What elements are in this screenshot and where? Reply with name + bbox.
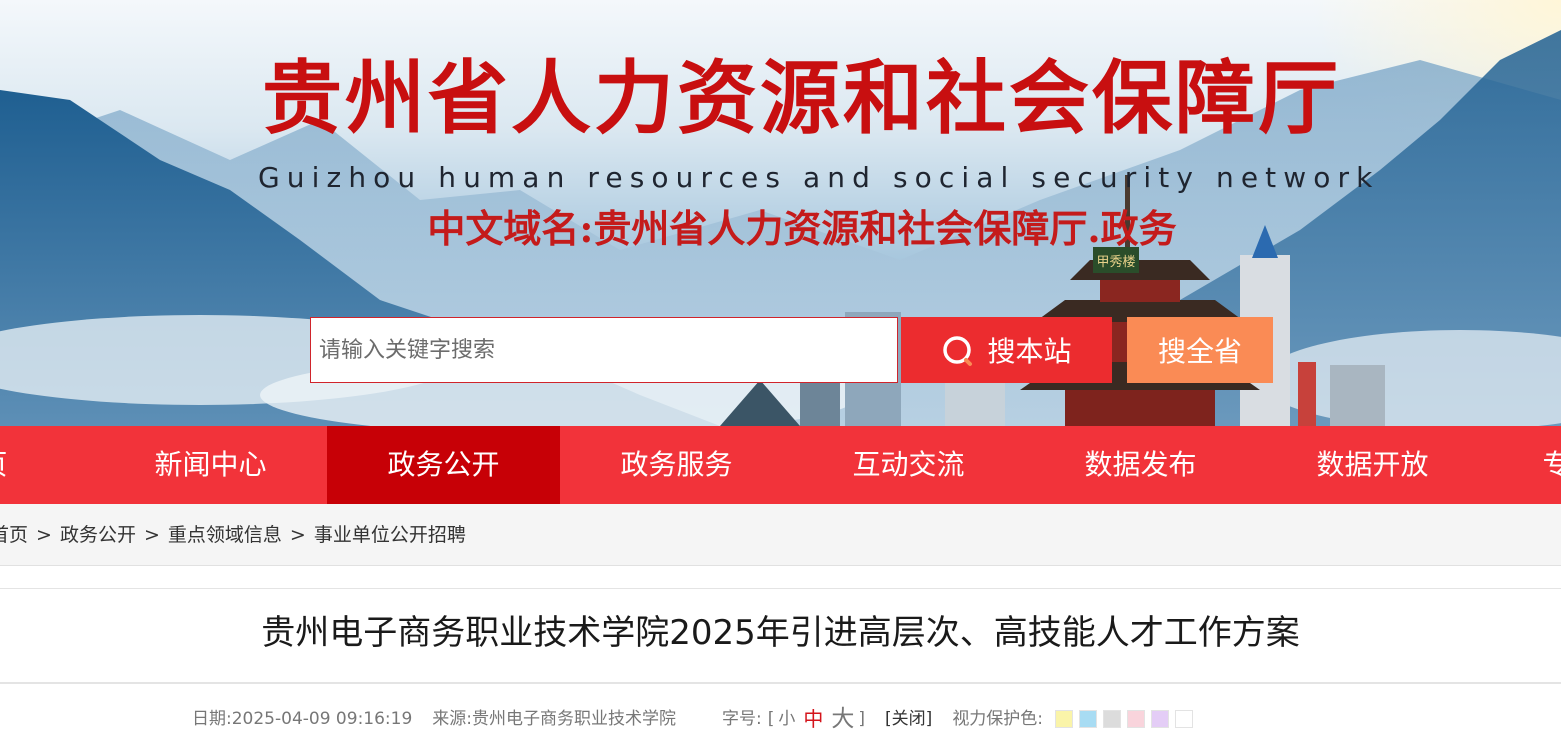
eye-care-swatch-yellow[interactable] [1055, 710, 1074, 728]
breadcrumb-separator: > [289, 524, 306, 546]
nav-item-news[interactable]: 新闻中心 [94, 426, 327, 504]
font-size-label: 字号: [722, 709, 762, 729]
nav-item-interaction[interactable]: 互动交流 [792, 426, 1025, 504]
eye-care-swatch-white[interactable] [1175, 710, 1194, 728]
source-label: 来源: [432, 709, 473, 729]
search-icon [943, 336, 973, 366]
search-input[interactable] [310, 317, 898, 383]
header-banner: 甲秀楼 贵州省人力资源和社会保障厅 Guizhou human resource… [0, 0, 1561, 426]
eye-care-label: 视力保护色: [952, 709, 1044, 729]
font-size-large[interactable]: 大 [831, 704, 854, 734]
nav-item-gov-affairs[interactable]: 政务公开 [327, 426, 560, 504]
bracket-close: ] [858, 709, 866, 729]
article-source: 贵州电子商务职业技术学院 [472, 709, 677, 729]
font-size-small[interactable]: 小 [778, 704, 795, 734]
breadcrumb-home[interactable]: 首页 [0, 524, 28, 546]
bracket-open: [ [767, 709, 775, 729]
site-domain-line: 中文域名:贵州省人力资源和社会保障厅.政务 [427, 206, 1177, 251]
breadcrumb-key-areas[interactable]: 重点领域信息 [168, 524, 282, 546]
search-site-label: 搜本站 [987, 335, 1072, 368]
close-link[interactable]: [关闭] [885, 704, 932, 734]
eye-care-swatch-purple[interactable] [1151, 710, 1170, 728]
main-nav: 首页 新闻中心 政务公开 政务服务 互动交流 数据发布 数据开放 专 [0, 426, 1561, 504]
nav-item-home[interactable]: 首页 [0, 426, 96, 504]
nav-item-special[interactable]: 专 [1440, 426, 1561, 504]
breadcrumb: 首页 > 政务公开 > 重点领域信息 > 事业单位公开招聘 [0, 504, 466, 566]
article-meta: 日期: 2025-04-09 09:16:19 来源: 贵州电子商务职业技术学院… [192, 704, 1194, 734]
breadcrumb-gov-affairs[interactable]: 政务公开 [60, 524, 136, 546]
search-province-button[interactable]: 搜全省 [1127, 317, 1273, 383]
date-label: 日期: [192, 709, 232, 729]
breadcrumb-public-recruitment[interactable]: 事业单位公开招聘 [314, 524, 466, 546]
nav-item-data-release[interactable]: 数据发布 [1024, 426, 1257, 504]
breadcrumb-separator: > [143, 524, 160, 546]
eye-care-swatch-gray[interactable] [1103, 710, 1122, 728]
eye-care-swatch-pink[interactable] [1127, 710, 1146, 728]
search-site-button[interactable]: 搜本站 [901, 317, 1112, 383]
nav-item-gov-services[interactable]: 政务服务 [560, 426, 793, 504]
publish-date: 2025-04-09 09:16:19 [231, 709, 413, 729]
eye-care-swatch-blue[interactable] [1079, 710, 1098, 728]
site-subtitle-english: Guizhou human resources and social secur… [258, 161, 1380, 194]
site-title: 贵州省人力资源和社会保障厅 [262, 51, 1341, 145]
breadcrumb-separator: > [36, 524, 52, 546]
breadcrumb-bar: 首页 > 政务公开 > 重点领域信息 > 事业单位公开招聘 [0, 504, 1561, 566]
font-size-medium[interactable]: 中 [803, 704, 823, 734]
article-title: 贵州电子商务职业技术学院2025年引进高层次、高技能人才工作方案 [261, 613, 1300, 653]
tower-sign: 甲秀楼 [1096, 255, 1135, 270]
